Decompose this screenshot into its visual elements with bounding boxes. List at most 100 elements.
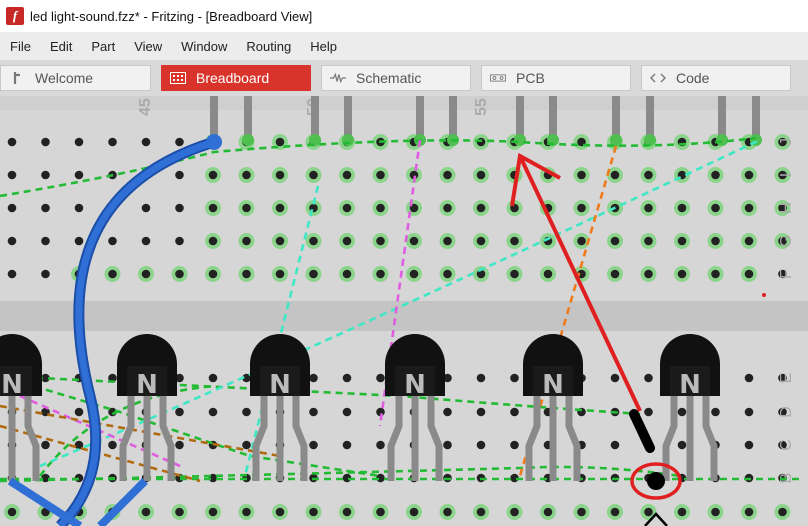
breadboard-hole <box>41 269 50 279</box>
breadboard-hole <box>175 269 184 279</box>
lead-end-dot <box>716 134 728 146</box>
breadboard-hole <box>476 170 486 180</box>
breadboard-hole <box>510 407 519 417</box>
lead-end-dot <box>242 134 254 146</box>
breadboard-hole <box>175 170 184 180</box>
breadboard-hole <box>41 203 50 213</box>
breadboard-hole <box>644 373 653 383</box>
breadboard-hole <box>510 373 519 383</box>
breadboard-hole <box>644 407 653 417</box>
breadboard-hole <box>342 203 352 213</box>
tab-schematic-label: Schematic <box>356 70 422 86</box>
breadboard-hole <box>376 269 385 279</box>
tab-welcome-label: Welcome <box>35 70 94 86</box>
component-lead <box>210 96 218 140</box>
breadboard-hole <box>275 137 285 147</box>
breadboard-hole <box>744 507 754 517</box>
breadboard-hole <box>644 236 653 246</box>
component-lead <box>516 96 524 140</box>
breadboard-hole <box>309 507 318 517</box>
transistor-label: N <box>136 370 158 400</box>
tab-schematic[interactable]: Schematic <box>321 65 471 91</box>
breadboard-hole <box>74 407 84 417</box>
component-lead <box>612 96 620 140</box>
breadboard-hole <box>7 269 17 279</box>
breadboard-hole <box>711 236 720 246</box>
component-lead <box>449 96 457 140</box>
breadboard-hole <box>677 507 687 517</box>
breadboard-hole <box>610 440 620 450</box>
breadboard-hole <box>577 236 586 246</box>
breadboard-hole <box>175 137 184 147</box>
tab-welcome[interactable]: Welcome <box>0 65 151 91</box>
breadboard-hole <box>778 507 787 517</box>
breadboard-hole <box>342 373 352 383</box>
breadboard-hole <box>409 236 419 246</box>
breadboard-hole <box>7 203 17 213</box>
menu-edit[interactable]: Edit <box>40 39 81 54</box>
breadboard-hole <box>443 269 452 279</box>
menu-part[interactable]: Part <box>81 39 124 54</box>
blue-wire-end <box>206 134 222 150</box>
component-lead <box>344 96 352 140</box>
tab-code[interactable]: Code <box>641 65 791 91</box>
breadboard-hole <box>342 407 352 417</box>
row-letter-label: J <box>778 138 795 146</box>
menu-routing[interactable]: Routing <box>236 39 300 54</box>
breadboard-hole <box>41 170 50 180</box>
menu-view[interactable]: View <box>124 39 171 54</box>
menu-file[interactable]: File <box>0 39 40 54</box>
tab-pcb-label: PCB <box>516 70 545 86</box>
breadboard-hole <box>309 440 318 450</box>
breadboard-hole <box>242 269 251 279</box>
breadboard-hole <box>744 407 754 417</box>
breadboard-icon <box>170 71 186 85</box>
breadboard-hole <box>409 269 419 279</box>
tab-pcb[interactable]: PCB <box>481 65 631 91</box>
breadboard-hole <box>644 203 653 213</box>
breadboard-hole <box>141 507 151 517</box>
breadboard-hole <box>543 269 553 279</box>
tab-breadboard[interactable]: Breadboard <box>161 65 311 91</box>
breadboard-hole <box>376 507 385 517</box>
breadboard-hole <box>141 269 151 279</box>
breadboard-hole <box>376 203 385 213</box>
pcb-icon <box>490 71 506 85</box>
breadboard-hole <box>208 170 218 180</box>
breadboard-hole <box>744 440 754 450</box>
row-letter-label: C <box>778 439 795 451</box>
breadboard-hole <box>208 269 218 279</box>
breadboard-hole <box>711 507 720 517</box>
breadboard-hole <box>677 236 687 246</box>
menu-window[interactable]: Window <box>171 39 236 54</box>
breadboard-hole <box>242 407 251 417</box>
breadboard-hole <box>275 170 285 180</box>
tab-code-label: Code <box>676 70 710 86</box>
component-lead <box>549 96 557 140</box>
breadboard-hole <box>510 236 519 246</box>
menu-help[interactable]: Help <box>300 39 346 54</box>
menu-bar: File Edit Part View Window Routing Help <box>0 32 808 60</box>
breadboard-hole <box>275 236 285 246</box>
tab-breadboard-label: Breadboard <box>196 70 270 86</box>
row-letter-label: G <box>778 235 795 247</box>
component-lead <box>311 96 319 140</box>
breadboard-hole <box>711 170 720 180</box>
breadboard-top-edge <box>0 96 808 110</box>
breadboard-hole <box>175 203 184 213</box>
breadboard-canvas[interactable]: 455055JIHGFEDCB NNNNNN <box>0 96 808 526</box>
breadboard-hole <box>744 269 754 279</box>
transistor-label: N <box>679 370 701 400</box>
breadboard-hole <box>677 269 687 279</box>
breadboard-svg[interactable]: 455055JIHGFEDCB NNNNNN <box>0 96 808 526</box>
transistor-label: N <box>1 370 23 400</box>
breadboard-hole <box>275 203 285 213</box>
breadboard-hole <box>141 236 151 246</box>
window-title: led light-sound.fzz* - Fritzing - [Bread… <box>30 8 313 24</box>
breadboard-hole <box>242 507 251 517</box>
breadboard-hole <box>644 170 653 180</box>
breadboard-hole <box>644 507 653 517</box>
welcome-icon <box>9 71 25 85</box>
breadboard-hole <box>309 170 318 180</box>
breadboard-hole <box>108 269 117 279</box>
